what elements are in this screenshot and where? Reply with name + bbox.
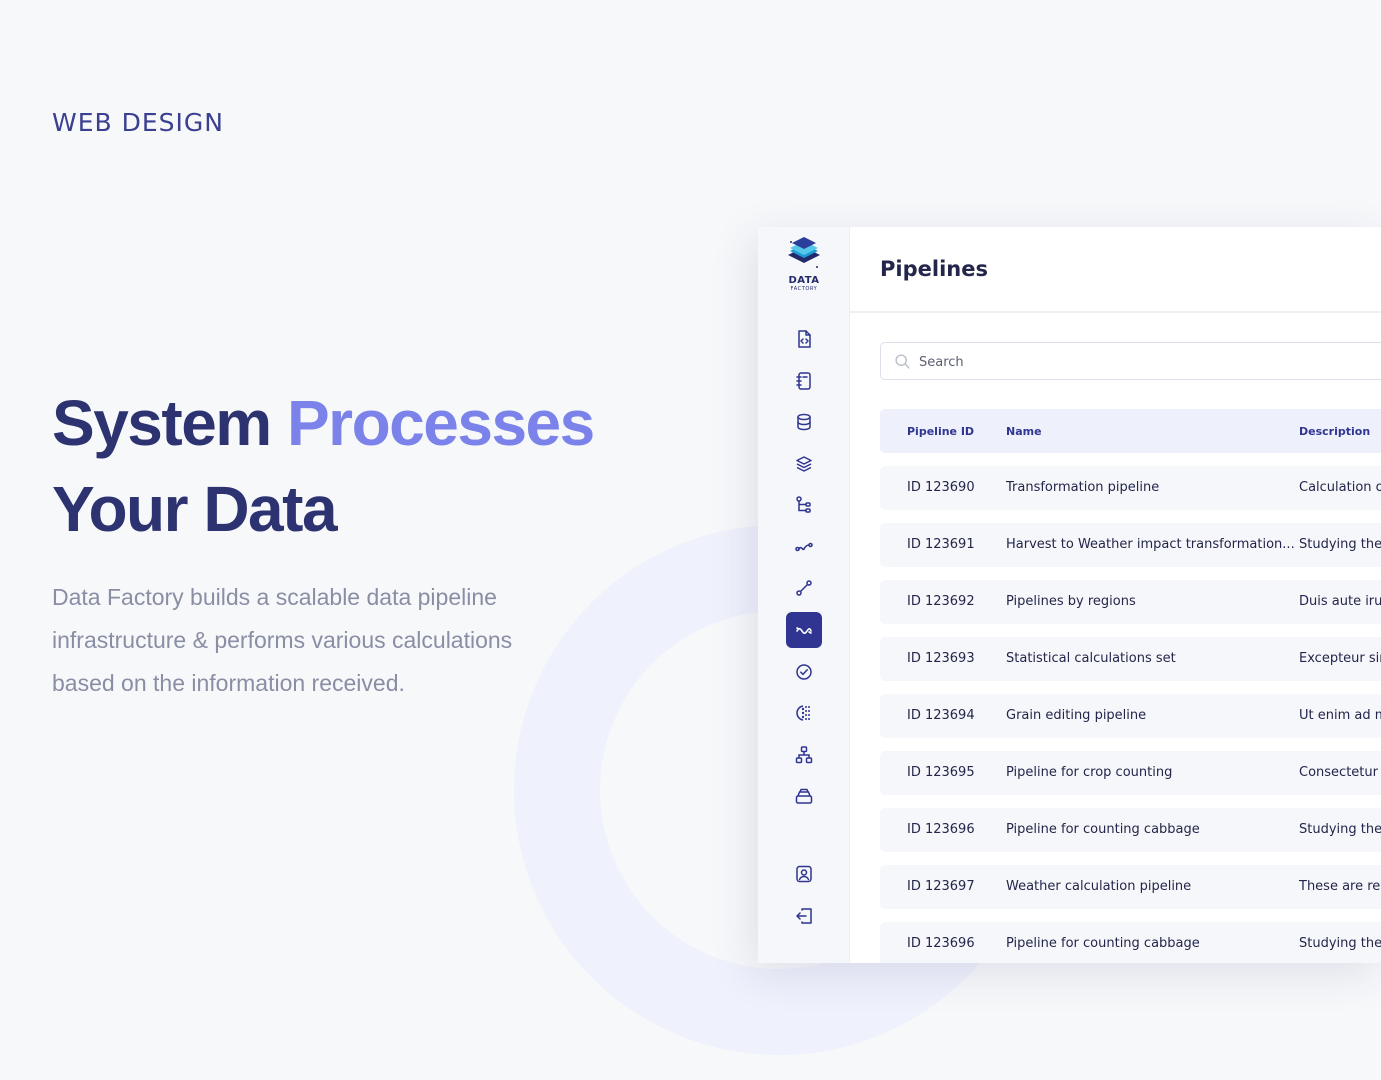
user-profile-icon <box>796 865 812 883</box>
logout-icon <box>796 908 812 924</box>
table-row[interactable]: ID 123690 Transformation pipeline Calcul… <box>880 466 1381 510</box>
cell-description: Studying the in <box>1299 936 1381 951</box>
page-title: Pipelines <box>880 257 988 281</box>
route-icon <box>796 580 812 596</box>
table-row[interactable]: ID 123696 Pipeline for counting cabbage … <box>880 922 1381 963</box>
table-row[interactable]: ID 123694 Grain editing pipeline Ut enim… <box>880 694 1381 738</box>
headline-accent: Processes <box>286 387 595 459</box>
data-factory-logo[interactable]: DATA FACTORY <box>774 235 834 301</box>
logo-subword: FACTORY <box>790 286 818 292</box>
hero-headline: System Processes Your Data <box>52 380 595 552</box>
cell-name: Weather calculation pipeline <box>1006 879 1192 894</box>
search-input[interactable] <box>919 351 1359 373</box>
check-circle-icon <box>796 664 812 680</box>
nav-item-pipelines[interactable] <box>786 612 822 648</box>
cell-pipeline-id: ID 123694 <box>907 708 975 723</box>
cell-pipeline-id: ID 123697 <box>907 879 975 894</box>
search-icon <box>895 354 910 369</box>
cell-pipeline-id: ID 123693 <box>907 651 975 666</box>
nav-item-storage[interactable] <box>786 778 822 814</box>
nav-item-branches[interactable] <box>786 487 822 523</box>
column-header-description[interactable]: Description <box>1299 425 1370 438</box>
cell-description: Consectetur ad <box>1299 765 1381 780</box>
cell-name: Grain editing pipeline <box>1006 708 1147 723</box>
nav-item-profile[interactable] <box>786 856 822 892</box>
trend-wave-icon <box>795 542 813 552</box>
sidebar: DATA FACTORY <box>758 227 850 963</box>
logo-word: DATA <box>788 275 820 286</box>
cell-description: Duis aute irure <box>1299 594 1381 609</box>
cell-name: Pipeline for counting cabbage <box>1006 822 1200 837</box>
hierarchy-icon <box>795 746 813 764</box>
cell-description: Ut enim ad min <box>1299 708 1381 723</box>
cell-pipeline-id: ID 123695 <box>907 765 975 780</box>
nav-item-code-files[interactable] <box>786 321 822 357</box>
column-header-pipeline-id[interactable]: Pipeline ID <box>907 425 974 438</box>
pipelines-icon <box>796 627 812 635</box>
column-header-name[interactable]: Name <box>1006 425 1042 438</box>
logo-stack-icon <box>788 237 820 268</box>
cell-description: Calculation of t <box>1299 480 1381 495</box>
cell-pipeline-id: ID 123690 <box>907 480 975 495</box>
cell-name: Pipeline for counting cabbage <box>1006 936 1200 951</box>
cell-description: These are regi <box>1299 879 1381 894</box>
dots-grid-icon <box>796 705 810 721</box>
table-row[interactable]: ID 123693 Statistical calculations set E… <box>880 637 1381 681</box>
file-code-icon <box>798 330 811 348</box>
nav-item-trends[interactable] <box>786 529 822 565</box>
cell-name: Harvest to Weather impact transformation… <box>1006 537 1295 552</box>
hero-lead: Data Factory builds a scalable data pipe… <box>52 584 513 696</box>
main-content: Pipelines Pipeline ID Name Description I… <box>850 227 1381 963</box>
cell-pipeline-id: ID 123696 <box>907 822 975 837</box>
table-row[interactable]: ID 123695 Pipeline for crop counting Con… <box>880 751 1381 795</box>
nav-item-routes[interactable] <box>786 570 822 606</box>
nav-item-databases[interactable] <box>786 404 822 440</box>
cell-pipeline-id: ID 123691 <box>907 537 975 552</box>
cell-name: Transformation pipeline <box>1006 480 1160 495</box>
cell-description: Studying the in <box>1299 537 1381 552</box>
title-divider <box>850 311 1381 313</box>
cell-name: Pipeline for crop counting <box>1006 765 1173 780</box>
cell-description: Studying the in <box>1299 822 1381 837</box>
nav-item-notebooks[interactable] <box>786 363 822 399</box>
cell-description: Excepteur sint <box>1299 651 1381 666</box>
nav-item-hierarchy[interactable] <box>786 737 822 773</box>
search-box <box>880 342 1381 380</box>
app-window: DATA FACTORY Pipelines Search Pipeline I… <box>758 227 1381 963</box>
table-row[interactable]: ID 123692 Pipelines by regions Duis aute… <box>880 580 1381 624</box>
tray-icon <box>795 788 813 804</box>
table-row[interactable]: ID 123696 Pipeline for counting cabbage … <box>880 808 1381 852</box>
layers-icon <box>796 456 812 472</box>
branch-icon <box>796 496 811 513</box>
cell-name: Pipelines by regions <box>1006 594 1136 609</box>
table-header: Pipeline ID Name Description <box>880 409 1381 453</box>
nav-item-validation[interactable] <box>786 654 822 690</box>
nav-item-logout[interactable] <box>786 898 822 934</box>
headline-part1: System <box>52 387 287 459</box>
nav-item-layers[interactable] <box>786 446 822 482</box>
notebook-icon <box>796 372 811 390</box>
headline-line2: Your Data <box>52 473 338 545</box>
table-row[interactable]: ID 123691 Harvest to Weather impact tran… <box>880 523 1381 567</box>
nav-item-processing[interactable] <box>786 695 822 731</box>
cell-name: Statistical calculations set <box>1006 651 1176 666</box>
table-row[interactable]: ID 123697 Weather calculation pipeline T… <box>880 865 1381 909</box>
cell-pipeline-id: ID 123696 <box>907 936 975 951</box>
database-icon <box>797 413 811 431</box>
cell-pipeline-id: ID 123692 <box>907 594 975 609</box>
section-kicker: WEB DESIGN <box>52 108 224 137</box>
